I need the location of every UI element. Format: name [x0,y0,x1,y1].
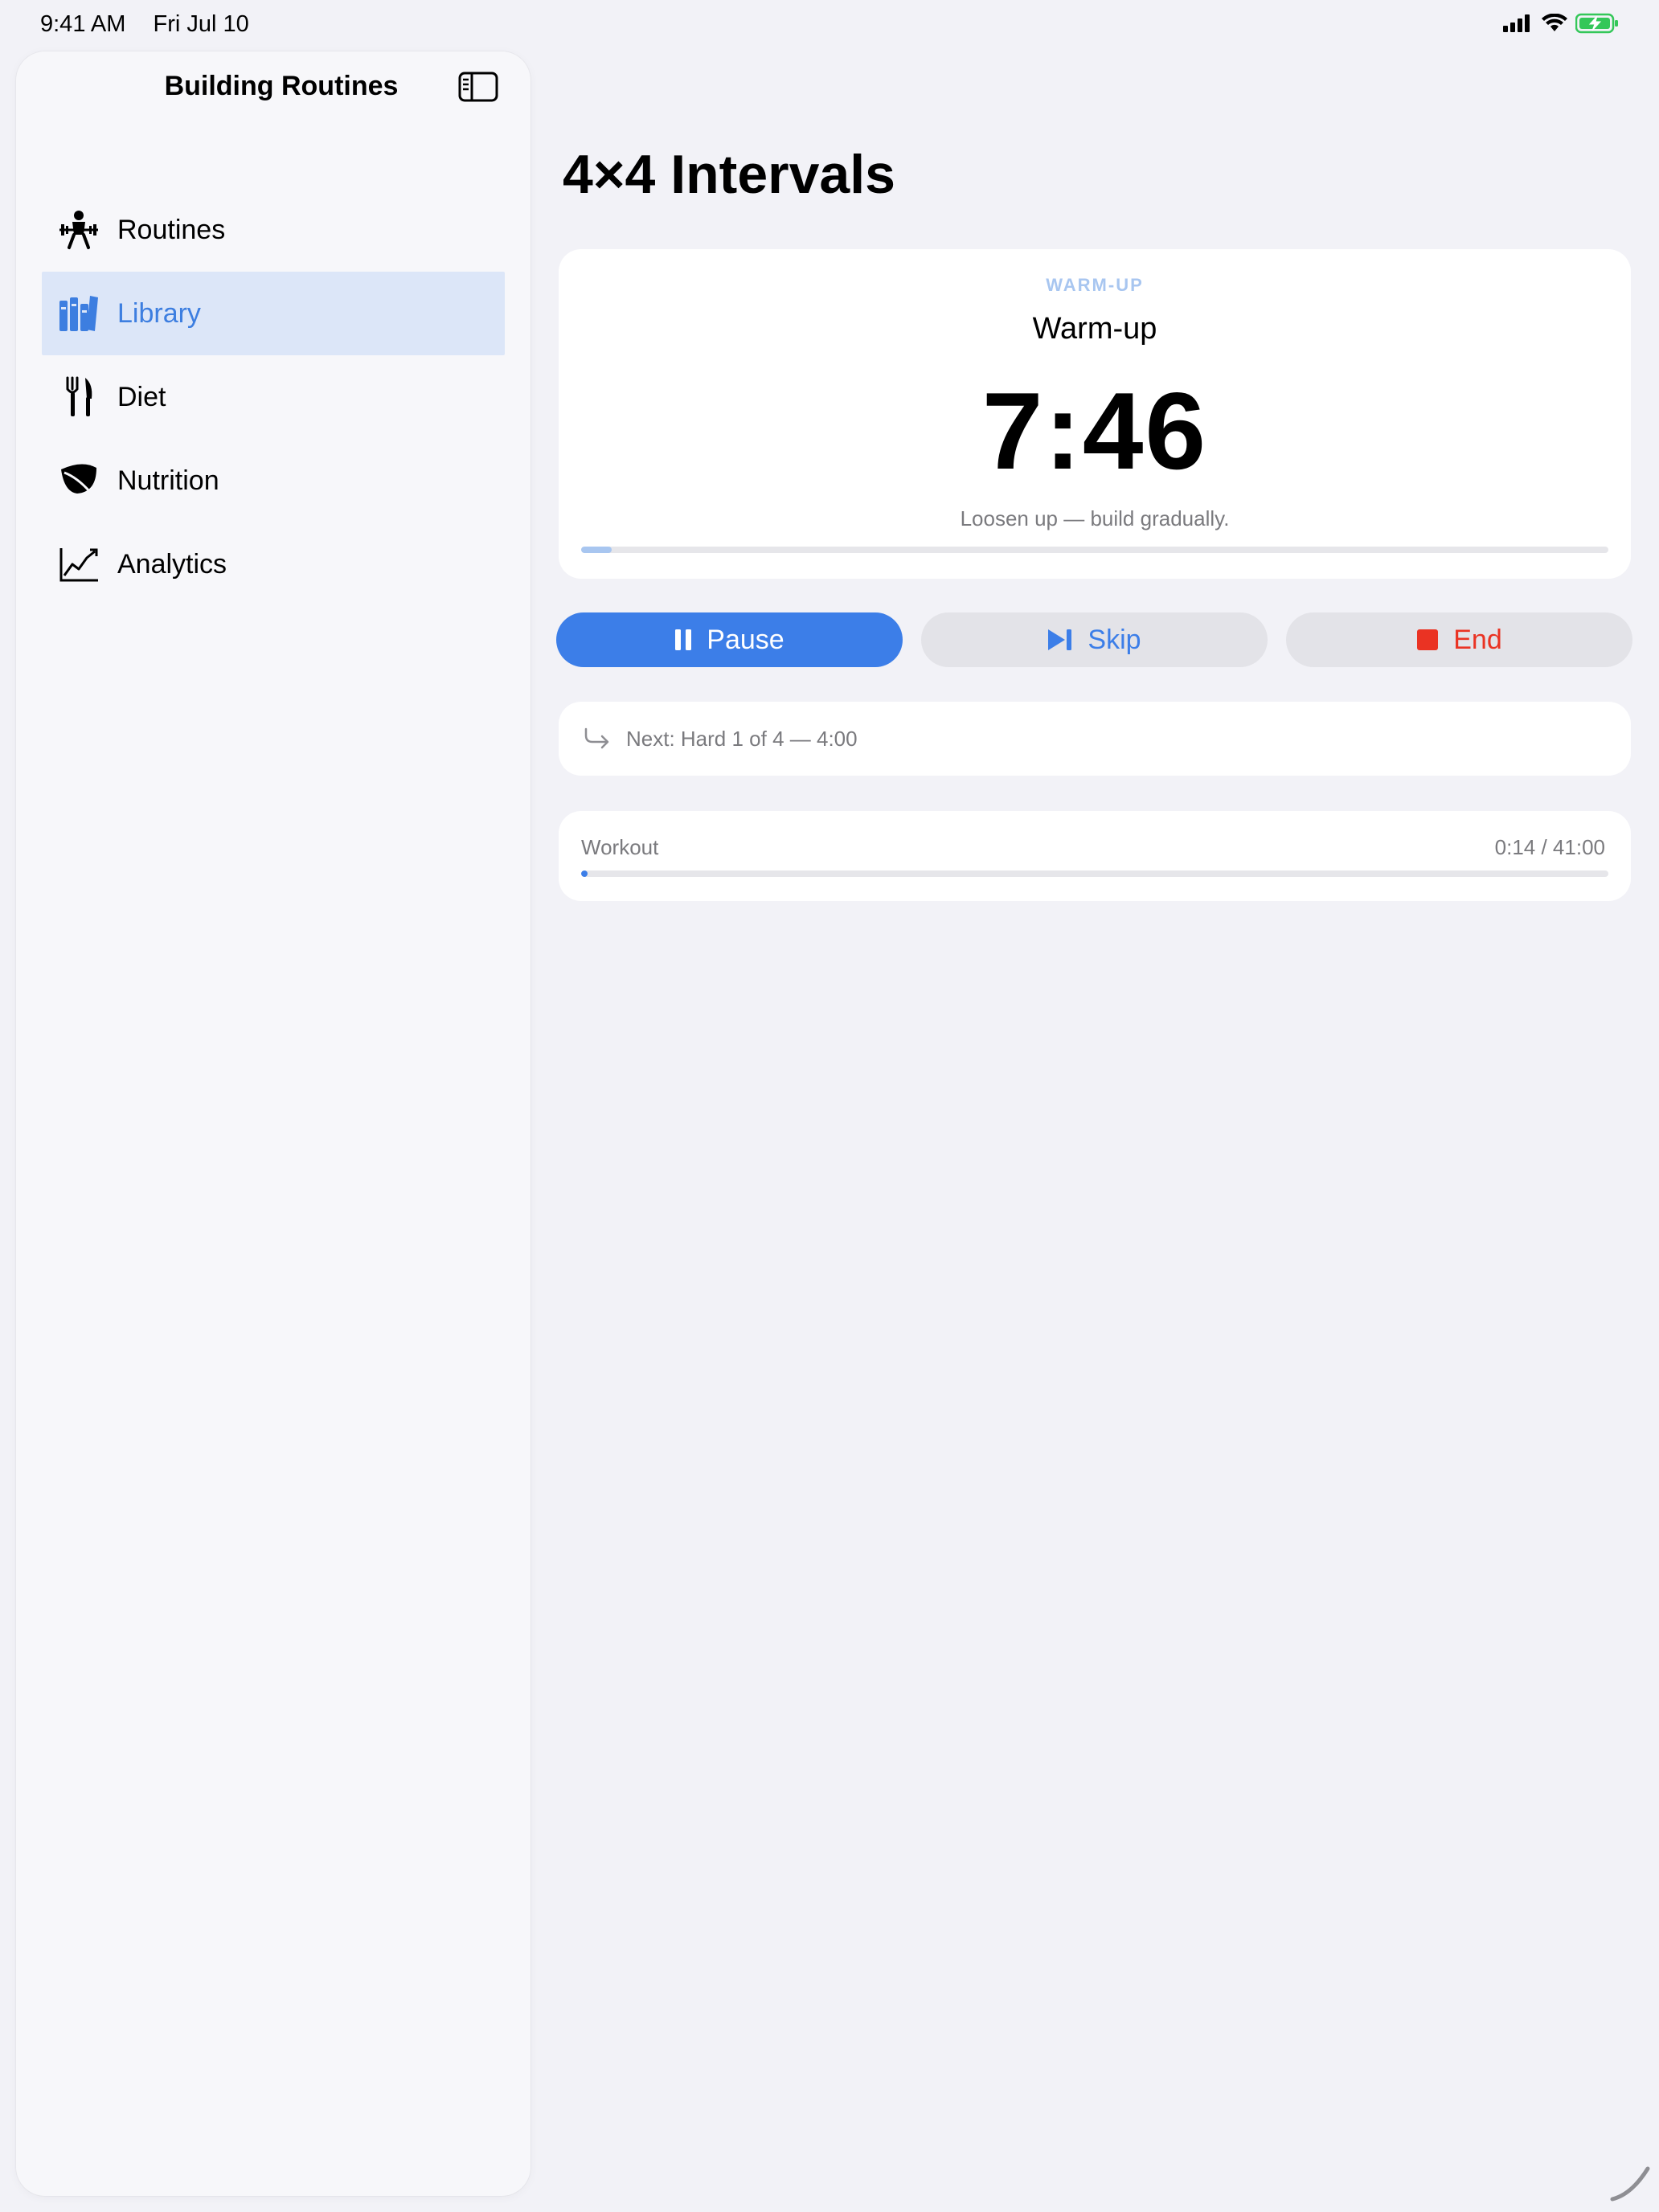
sidebar-item-label: Nutrition [117,465,219,496]
sidebar-nav: Routines Library Diet Nutrition Analytic… [42,188,505,606]
skip-forward-icon [1048,629,1072,650]
sidebar-item-library[interactable]: Library [42,272,505,355]
sidebar-item-label: Library [117,297,201,329]
sidebar-item-nutrition[interactable]: Nutrition [42,439,505,522]
cellular-signal-icon [1503,14,1530,32]
workout-elapsed-total: 0:14 / 41:00 [1494,835,1605,859]
pencil-scribble-icon [1610,2166,1650,2202]
countdown-timer: 7:46 [981,370,1208,492]
sidebar-item-diet[interactable]: Diet [42,355,505,439]
skip-label: Skip [1088,624,1141,655]
phase-progress-bar [581,547,1608,553]
phase-progress-fill [581,547,612,553]
stop-icon [1417,629,1439,650]
leaf-icon [56,458,101,503]
weightlifter-icon [56,207,101,252]
workout-progress-bar [581,870,1608,877]
sidebar: Building Routines Routines Library Diet … [16,51,530,2196]
sidebar-item-analytics[interactable]: Analytics [42,522,505,606]
next-phase-text: Next: Hard 1 of 4 — 4:00 [626,726,858,751]
sidebar-toggle-button[interactable] [458,71,498,103]
sidebar-toggle-icon [458,72,498,102]
sidebar-item-label: Routines [117,214,226,245]
page-title: 4×4 Intervals [563,144,895,205]
sidebar-item-routines[interactable]: Routines [42,188,505,272]
status-date: Fri Jul 10 [153,11,249,37]
end-button[interactable]: End [1286,612,1632,667]
pause-button[interactable]: Pause [556,612,903,667]
status-clock: 9:41 AM [40,11,126,37]
arrow-turn-right-icon [584,727,609,749]
status-icons [1503,13,1619,34]
phase-timer-card: WARM-UP Warm-up 7:46 Loosen up — build g… [559,249,1631,579]
phase-caption: WARM-UP [1046,275,1144,295]
wifi-icon [1542,14,1567,31]
workout-progress-fill [581,870,588,877]
chart-line-icon [56,542,101,587]
phase-hint: Loosen up — build gradually. [960,506,1230,530]
skip-button[interactable]: Skip [921,612,1268,667]
workout-progress-card: Workout 0:14 / 41:00 [559,811,1631,901]
battery-charging-icon [1575,13,1618,34]
pause-icon [675,629,692,650]
sidebar-item-label: Diet [117,381,166,412]
pause-label: Pause [707,624,784,655]
fork-knife-icon [56,375,101,420]
phase-name: Warm-up [1032,312,1157,346]
next-phase-card: Next: Hard 1 of 4 — 4:00 [559,702,1631,776]
status-time: 9:41 AM Fri Jul 10 [40,11,249,38]
end-label: End [1453,624,1502,655]
workout-label: Workout [581,835,659,859]
books-icon [56,291,101,336]
sidebar-item-label: Analytics [117,548,227,580]
